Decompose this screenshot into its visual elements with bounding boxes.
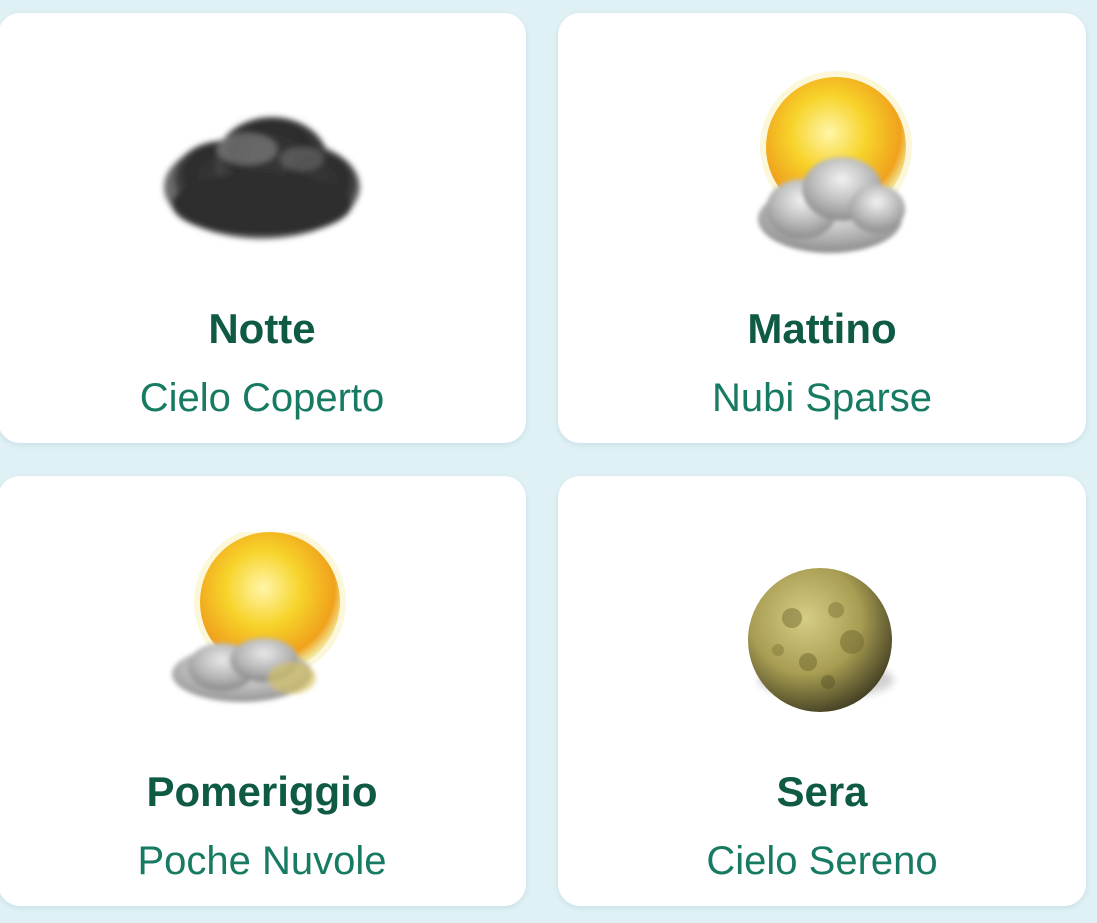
condition-label: Nubi Sparse: [711, 376, 933, 420]
period-label: Pomeriggio: [146, 768, 378, 815]
sun-behind-cloud-icon: [712, 69, 932, 289]
forecast-grid: Notte Cielo Coperto Mattino Nubi Sparse …: [0, 0, 1097, 923]
forecast-card-notte[interactable]: Notte Cielo Coperto: [0, 13, 526, 443]
period-label: Mattino: [747, 305, 897, 352]
period-label: Notte: [208, 305, 316, 352]
sun-few-clouds-icon: [152, 532, 372, 752]
moon-icon: [712, 532, 932, 752]
forecast-card-pomeriggio[interactable]: Pomeriggio Poche Nuvole: [0, 476, 526, 906]
forecast-card-sera[interactable]: Sera Cielo Sereno: [558, 476, 1086, 906]
condition-label: Poche Nuvole: [137, 839, 387, 883]
overcast-cloud-icon: [152, 69, 372, 289]
forecast-card-mattino[interactable]: Mattino Nubi Sparse: [558, 13, 1086, 443]
condition-label: Cielo Coperto: [139, 376, 385, 420]
condition-label: Cielo Sereno: [706, 839, 938, 883]
period-label: Sera: [776, 768, 868, 815]
